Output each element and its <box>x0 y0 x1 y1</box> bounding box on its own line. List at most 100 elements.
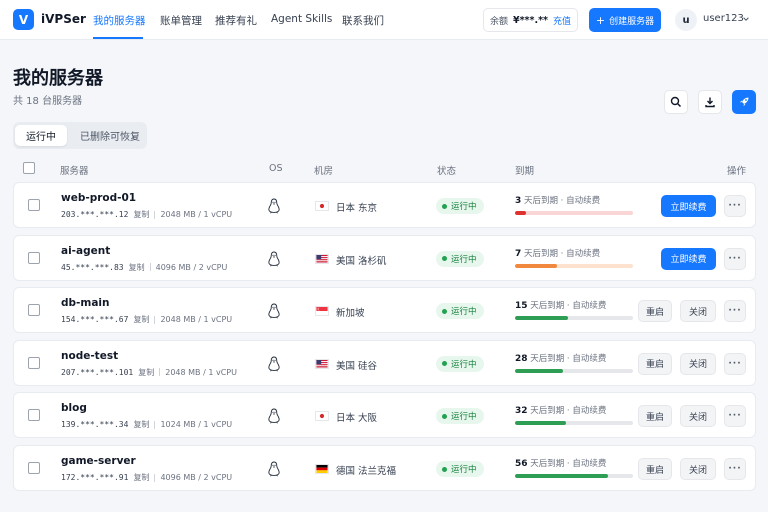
copy-ip-link[interactable]: 复制 <box>138 367 154 378</box>
copy-ip-link[interactable]: 复制 <box>133 472 149 483</box>
expiry-suffix: 天后到期 · 自动续费 <box>530 459 607 469</box>
status-badge: 运行中 <box>436 408 484 425</box>
server-spec: 1024 MB / 1 vCPU <box>160 420 233 430</box>
status-dot <box>442 361 447 367</box>
status-text: 运行中 <box>451 254 477 265</box>
reboot-button[interactable]: 重启 <box>638 458 672 480</box>
more-actions-button[interactable]: ··· <box>724 300 746 323</box>
download-button[interactable] <box>698 90 722 114</box>
create-server-label: 创建服务器 <box>609 16 655 27</box>
country-flag-icon <box>315 306 329 317</box>
copy-ip-link[interactable]: 复制 <box>129 262 145 273</box>
server-meta: 207.***.***.101 复制 2048 MB / 1 vCPU <box>61 367 237 378</box>
avatar[interactable]: u <box>675 9 697 31</box>
server-ip: 172.***.***.91 <box>61 473 129 482</box>
shutdown-button[interactable]: 关闭 <box>680 458 716 480</box>
status-badge: 运行中 <box>436 250 484 267</box>
row-checkbox[interactable] <box>28 199 40 211</box>
status-text: 运行中 <box>451 412 477 423</box>
server-row[interactable]: db-main 154.***.***.67 复制 2048 MB / 1 vC… <box>13 287 756 334</box>
server-name[interactable]: db-main <box>61 297 110 309</box>
search-button[interactable] <box>664 90 688 114</box>
more-actions-button[interactable]: ··· <box>724 195 746 217</box>
more-actions-button[interactable]: ··· <box>724 458 746 480</box>
linux-penguin-icon <box>268 198 280 214</box>
server-spec: 4096 MB / 2 vCPU <box>160 473 233 482</box>
topup-link[interactable]: 充值 <box>553 14 571 27</box>
reboot-button[interactable]: 重启 <box>638 405 672 428</box>
nav-referral[interactable]: 推荐有礼 <box>215 13 257 28</box>
country-flag-icon <box>315 201 329 211</box>
server-ip: 207.***.***.101 <box>61 367 134 377</box>
expiry-text: 28 天后到期 · 自动续费 <box>515 352 606 364</box>
server-name[interactable]: ai-agent <box>61 245 110 257</box>
server-meta: 172.***.***.91 复制 4096 MB / 2 vCPU <box>61 472 232 483</box>
col-server: 服务器 <box>60 166 89 177</box>
create-server-button[interactable]: + 创建服务器 <box>589 8 661 32</box>
balance-value: ¥***.** <box>512 14 549 26</box>
server-row[interactable]: blog 139.***.***.34 复制 1024 MB / 1 vCPU … <box>13 392 756 439</box>
server-meta: 139.***.***.34 复制 1024 MB / 1 vCPU <box>61 419 232 430</box>
row-checkbox[interactable] <box>28 304 40 317</box>
expiry-days: 7 <box>515 248 522 259</box>
deploy-button[interactable] <box>732 90 756 114</box>
datacenter-region: 美国 洛杉矶 <box>336 255 387 267</box>
expiry-days: 32 <box>515 406 528 417</box>
datacenter-region: 日本 大阪 <box>336 413 378 425</box>
shutdown-button[interactable]: 关闭 <box>680 405 716 428</box>
server-meta: 203.***.***.12 复制 2048 MB / 1 vCPU <box>61 209 232 220</box>
chevron-down-icon[interactable] <box>742 15 750 23</box>
tab-deleted-recoverable[interactable]: 已删除可恢复 <box>75 125 145 146</box>
status-text: 运行中 <box>451 359 477 370</box>
copy-ip-link[interactable]: 复制 <box>133 209 149 220</box>
nav-billing[interactable]: 账单管理 <box>160 13 202 28</box>
col-actions: 操作 <box>727 166 747 177</box>
tab-running[interactable]: 运行中 <box>15 125 67 146</box>
reboot-button[interactable]: 重启 <box>638 352 672 375</box>
nav-my-servers[interactable]: 我的服务器 <box>93 13 146 28</box>
server-row[interactable]: game-server 172.***.***.91 复制 4096 MB / … <box>13 445 756 491</box>
renew-button[interactable]: 立即续费 <box>661 195 716 217</box>
expiry-text: 7 天后到期 · 自动续费 <box>515 247 600 259</box>
more-actions-button[interactable]: ··· <box>724 405 746 428</box>
server-name[interactable]: game-server <box>61 455 136 467</box>
download-icon <box>705 97 715 108</box>
server-row[interactable]: node-test 207.***.***.101 复制 2048 MB / 1… <box>13 339 756 386</box>
more-actions-button[interactable]: ··· <box>724 247 746 270</box>
status-badge: 运行中 <box>436 355 484 372</box>
server-ip: 203.***.***.12 <box>61 210 129 219</box>
nav-agent-skills[interactable]: Agent Skills <box>271 13 332 25</box>
select-all-checkbox[interactable] <box>23 162 35 174</box>
logo[interactable]: V <box>13 9 34 30</box>
server-name[interactable]: web-prod-01 <box>61 192 136 204</box>
username[interactable]: user123 <box>703 13 744 24</box>
expiry-progress-fill <box>515 316 569 321</box>
row-checkbox[interactable] <box>28 409 40 422</box>
shutdown-button[interactable]: 关闭 <box>680 352 716 375</box>
server-name[interactable]: node-test <box>61 350 118 362</box>
meta-divider <box>154 420 156 429</box>
status-dot <box>442 203 447 209</box>
server-row[interactable]: ai-agent 45.***.***.83 复制 4096 MB / 2 vC… <box>13 234 756 281</box>
status-dot <box>442 466 447 472</box>
renew-button[interactable]: 立即续费 <box>661 247 716 270</box>
expiry-progress-bar <box>515 421 633 426</box>
more-actions-button[interactable]: ··· <box>724 352 746 375</box>
copy-ip-link[interactable]: 复制 <box>133 314 149 325</box>
country-flag-icon <box>315 464 329 474</box>
nav-contact[interactable]: 联系我们 <box>342 13 384 28</box>
row-checkbox[interactable] <box>28 462 40 474</box>
server-name[interactable]: blog <box>61 402 87 414</box>
server-spec: 2048 MB / 1 vCPU <box>165 367 237 377</box>
brand-name[interactable]: iVPSer <box>41 12 86 26</box>
copy-ip-link[interactable]: 复制 <box>133 419 149 430</box>
row-checkbox[interactable] <box>28 251 40 264</box>
datacenter-region: 新加坡 <box>336 308 365 320</box>
expiry-days: 28 <box>515 353 528 364</box>
row-checkbox[interactable] <box>28 356 40 369</box>
expiry-text: 32 天后到期 · 自动续费 <box>515 404 606 416</box>
server-row[interactable]: web-prod-01 203.***.***.12 复制 2048 MB / … <box>13 182 756 228</box>
shutdown-button[interactable]: 关闭 <box>680 300 716 323</box>
reboot-button[interactable]: 重启 <box>638 300 672 323</box>
expiry-text: 15 天后到期 · 自动续费 <box>515 299 606 311</box>
